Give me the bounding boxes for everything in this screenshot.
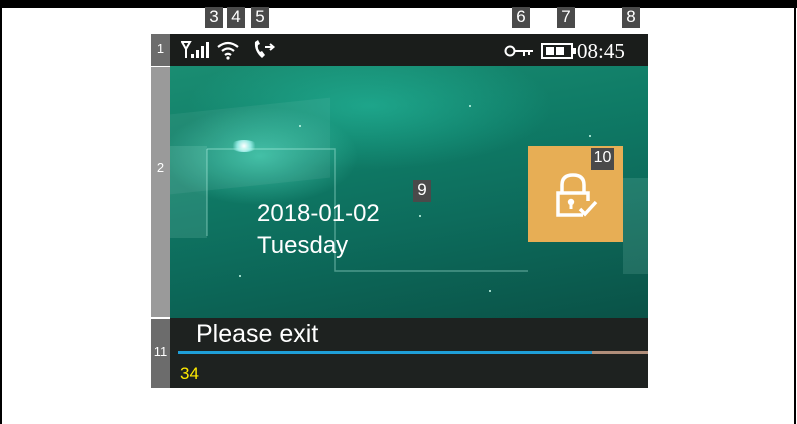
frame-top-border [0,0,797,8]
callout-6: 6 [512,7,530,28]
callout-7: 7 [557,7,575,28]
callout-11: 11 [153,344,168,359]
callout-1: 1 [156,41,165,56]
date-text: 2018-01-02 [257,200,380,227]
exit-message: Please exit [196,320,319,348]
frame-left-border [0,0,2,424]
frame-right-border [794,0,796,424]
wifi-icon [217,41,239,60]
lock-tile[interactable]: 10 [528,146,623,242]
callout-5: 5 [251,7,269,28]
status-bar: 08:45 [170,34,648,66]
signal-icon [181,41,209,58]
callout-10: 10 [591,148,614,170]
weekday-text: Tuesday [257,232,349,259]
exit-progress-bar [178,351,592,354]
callout-8: 8 [622,7,640,28]
status-time: 08:45 [577,39,625,63]
callout-3: 3 [205,7,223,28]
callout-9: 9 [413,180,431,202]
battery-icon [541,43,576,59]
lock-check-icon [556,173,598,217]
key-icon [504,45,533,57]
call-forward-icon [254,40,276,58]
callout-4: 4 [227,7,245,28]
countdown-value: 34 [180,364,199,383]
callout-2: 2 [156,160,165,175]
device-display: 08:45 2018-01-02 Tuesday 9 10 Please exi… [170,34,648,388]
side-bar-screen [151,67,170,317]
home-screen: 2018-01-02 Tuesday 9 10 [170,66,648,318]
